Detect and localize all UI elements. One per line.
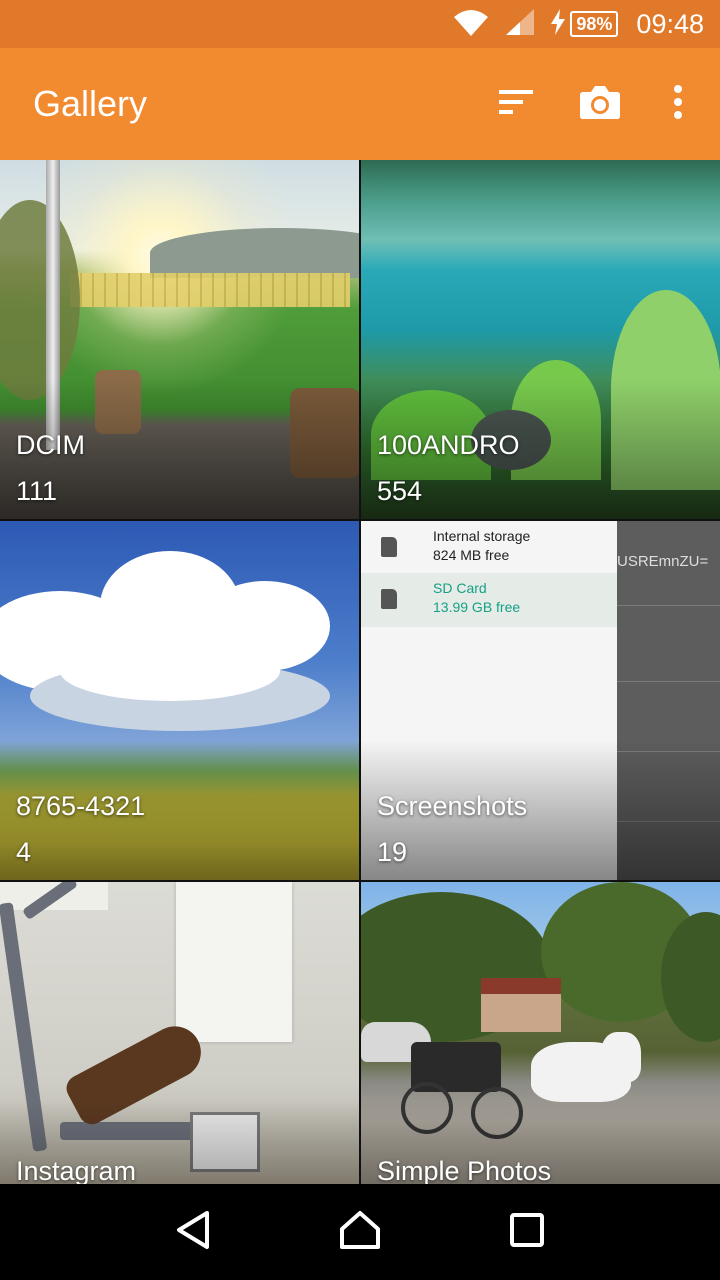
- more-vert-icon: [672, 84, 684, 125]
- folder-name: 8765-4321: [16, 791, 146, 821]
- recents-button[interactable]: [487, 1192, 567, 1272]
- camera-icon: [579, 84, 621, 125]
- sd-card-icon: [381, 537, 397, 557]
- recents-icon: [509, 1212, 545, 1253]
- folder-tile-100andro[interactable]: 100ANDRO 554: [361, 160, 720, 519]
- folder-tile-screenshots[interactable]: Internal storage 824 MB free SD Card 13.…: [361, 521, 720, 880]
- back-button[interactable]: [153, 1192, 233, 1272]
- folder-name: Instagram: [16, 1156, 137, 1184]
- charging-icon: [550, 8, 566, 40]
- camera-button[interactable]: [558, 62, 642, 146]
- folder-grid: DCIM 111 100ANDRO 554 8765-4321 4 Intern…: [0, 160, 720, 1184]
- clock: 09:48: [636, 8, 704, 39]
- back-icon: [173, 1210, 213, 1255]
- battery-indicator: 98%: [550, 8, 619, 40]
- sort-button[interactable]: [474, 62, 558, 146]
- sd-card-icon: [381, 589, 397, 609]
- status-bar: 98% 09:48: [0, 0, 720, 48]
- page-title: Gallery: [33, 83, 148, 124]
- folder-count: 554: [377, 476, 423, 506]
- sort-icon: [497, 87, 535, 122]
- more-options-button[interactable]: [642, 62, 714, 146]
- system-nav-bar: [0, 1184, 720, 1280]
- app-bar: Gallery: [0, 48, 720, 160]
- folder-name: 100ANDRO: [377, 430, 520, 460]
- folder-name: Screenshots: [377, 791, 528, 821]
- battery-icon: 98%: [570, 11, 619, 37]
- folder-tile-instagram[interactable]: Instagram: [0, 882, 359, 1184]
- folder-name: DCIM: [16, 430, 85, 460]
- folder-count: 19: [377, 837, 408, 867]
- wifi-icon: [452, 7, 490, 42]
- folder-tile-8765-4321[interactable]: 8765-4321 4: [0, 521, 359, 880]
- home-icon: [338, 1210, 382, 1255]
- folder-name: Simple Photos: [377, 1156, 552, 1184]
- folder-tile-dcim[interactable]: DCIM 111: [0, 160, 359, 519]
- home-button[interactable]: [320, 1192, 400, 1272]
- folder-count: 111: [16, 476, 58, 506]
- signal-icon: [504, 7, 536, 42]
- folder-tile-simple-photos[interactable]: Simple Photos: [361, 882, 720, 1184]
- folder-count: 4: [16, 837, 32, 867]
